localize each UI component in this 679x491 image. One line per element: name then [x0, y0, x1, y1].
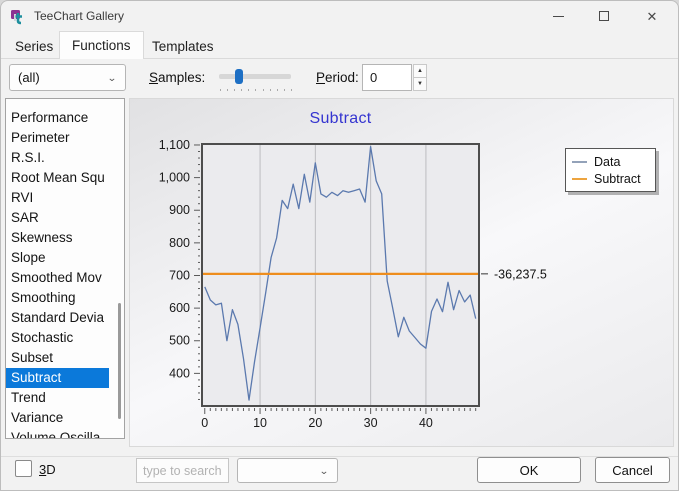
maximize-button[interactable]	[581, 1, 627, 31]
svg-text:1,000: 1,000	[159, 171, 190, 185]
legend-swatch	[572, 178, 587, 180]
list-item[interactable]: R.S.I.	[6, 148, 124, 168]
ok-button[interactable]: OK	[477, 457, 581, 483]
samples-label: Samples:	[149, 70, 205, 85]
legend-label: Subtract	[594, 172, 641, 186]
tab-strip: Series Functions Templates	[1, 31, 678, 59]
svg-text:600: 600	[169, 301, 190, 315]
svg-text:800: 800	[169, 236, 190, 250]
svg-text:400: 400	[169, 366, 190, 380]
list-item[interactable]: Trend	[6, 388, 124, 408]
chart-preview-panel: 400 500 600 700 800 900 1,000 1,100 0 10 20 30 40 -36…	[129, 98, 674, 447]
maximize-icon	[599, 11, 609, 21]
list-item[interactable]: Skewness	[6, 228, 124, 248]
slider-track[interactable]	[219, 74, 291, 79]
list-item[interactable]: Smoothing	[6, 288, 124, 308]
legend-label: Data	[594, 155, 620, 169]
filter-value: (all)	[18, 70, 40, 85]
search-input[interactable]	[136, 458, 229, 483]
svg-text:10: 10	[253, 416, 267, 430]
legend-swatch	[572, 161, 587, 163]
footer-dropdown[interactable]: ⌄	[237, 458, 338, 483]
list-item[interactable]: Perimeter	[6, 128, 124, 148]
close-button[interactable]: ✕	[629, 1, 675, 31]
list-item[interactable]: Stochastic	[6, 328, 124, 348]
svg-text:30: 30	[364, 416, 378, 430]
3d-checkbox-label: 3D	[39, 462, 56, 477]
footer-bar: 3D ⌄ OK Cancel	[1, 447, 678, 491]
filter-dropdown[interactable]: (all) ⌄	[9, 64, 126, 91]
svg-text:0: 0	[201, 416, 208, 430]
period-label: Period:	[316, 70, 359, 85]
cancel-button[interactable]: Cancel	[595, 457, 670, 483]
tab-functions[interactable]: Functions	[59, 31, 144, 59]
legend-item[interactable]: Subtract	[572, 170, 649, 187]
slider-thumb[interactable]	[235, 69, 243, 84]
period-spinner: ▲ ▼	[413, 64, 427, 91]
window-title: TeeChart Gallery	[34, 9, 124, 23]
svg-text:900: 900	[169, 203, 190, 217]
list-item[interactable]: SAR	[6, 208, 124, 228]
spinner-down-button[interactable]: ▼	[413, 78, 427, 91]
slider-ticks	[220, 89, 292, 91]
3d-checkbox[interactable]	[15, 460, 32, 477]
svg-text:-36,237.5: -36,237.5	[494, 267, 547, 281]
list-item[interactable]: Subtract	[6, 368, 109, 388]
chart-title: Subtract	[202, 110, 479, 128]
minimize-button[interactable]	[535, 1, 581, 31]
chart-legend: Data Subtract	[565, 148, 656, 192]
toolbar: (all) ⌄ Samples: Period: 0 ▲ ▼	[1, 59, 678, 97]
chevron-down-icon: ⌄	[319, 465, 329, 476]
svg-text:700: 700	[169, 268, 190, 282]
list-item[interactable]: RVI	[6, 188, 124, 208]
list-item[interactable]: Variance	[6, 408, 124, 428]
list-item[interactable]: Subset	[6, 348, 124, 368]
list-item[interactable]: Root Mean Squ	[6, 168, 124, 188]
period-input[interactable]: 0	[362, 64, 412, 91]
list-item[interactable]: Standard Devia	[6, 308, 124, 328]
tab-templates[interactable]: Templates	[140, 34, 226, 59]
spinner-up-button[interactable]: ▲	[413, 64, 427, 78]
chevron-down-icon: ⌄	[107, 72, 117, 83]
title-bar: TeeChart Gallery ✕	[1, 1, 678, 31]
teechart-gallery-window: TeeChart Gallery ✕ Series Functions Temp…	[0, 0, 679, 491]
minimize-icon	[553, 16, 564, 17]
svg-text:500: 500	[169, 334, 190, 348]
samples-slider[interactable]	[219, 64, 293, 92]
list-scrollbar-thumb[interactable]	[118, 303, 121, 419]
svg-text:20: 20	[308, 416, 322, 430]
teechart-icon	[10, 8, 27, 25]
list-item[interactable]: Volume Oscilla	[6, 428, 124, 439]
tab-series[interactable]: Series	[3, 34, 65, 59]
close-icon: ✕	[647, 10, 658, 23]
svg-text:40: 40	[419, 416, 433, 430]
list-item[interactable]: Performance	[6, 108, 124, 128]
legend-item[interactable]: Data	[572, 153, 649, 170]
svg-text:1,100: 1,100	[159, 138, 190, 152]
list-item[interactable]: Slope	[6, 248, 124, 268]
function-list: PerformancePerimeterR.S.I.Root Mean SquR…	[5, 98, 125, 439]
list-item[interactable]: Smoothed Mov	[6, 268, 124, 288]
